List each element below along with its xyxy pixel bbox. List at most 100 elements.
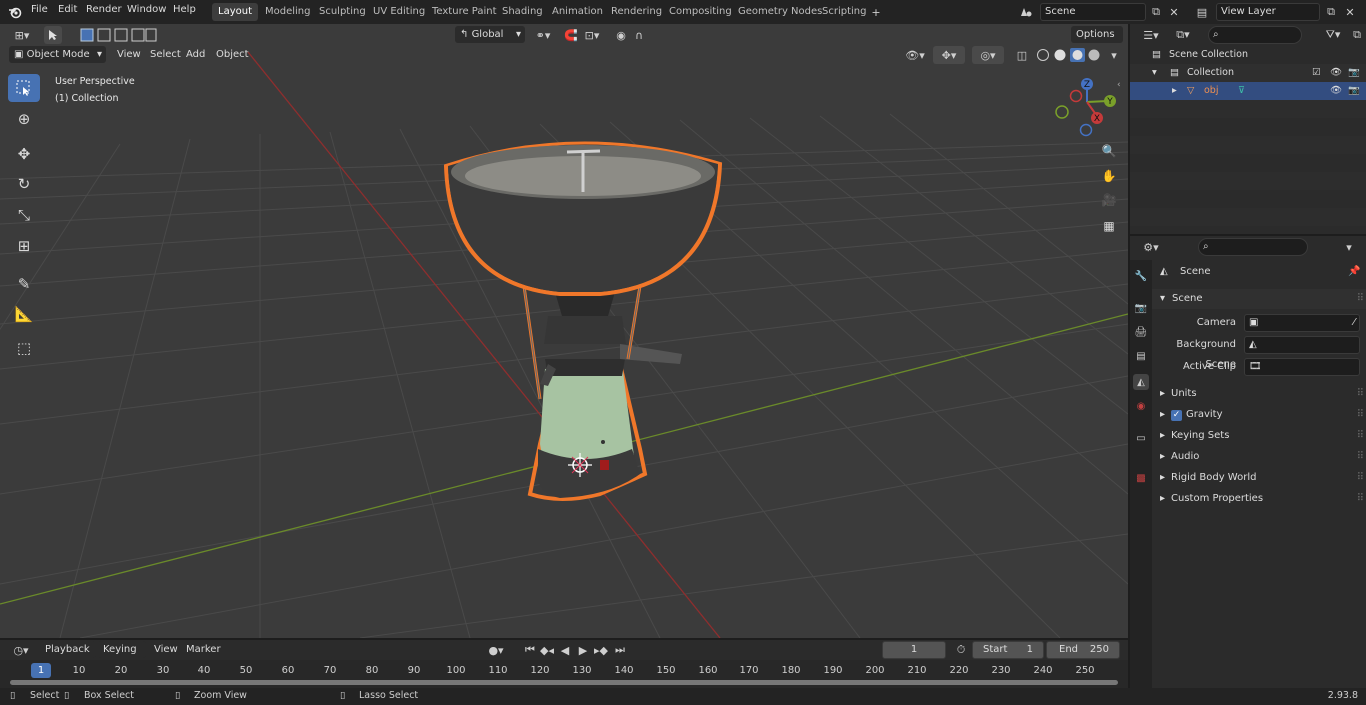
- properties-options-icon[interactable]: ▾: [1340, 238, 1358, 256]
- pin-icon[interactable]: 📌: [1348, 262, 1360, 282]
- play-icon[interactable]: ▶: [574, 641, 592, 659]
- camera-field[interactable]: ▣ ⁄: [1244, 314, 1360, 332]
- prev-keyframe-icon[interactable]: ◆◂: [538, 641, 556, 659]
- menu-file[interactable]: File: [31, 4, 48, 15]
- panel-gravity[interactable]: ▸ ✓ Gravity ⠿: [1152, 405, 1366, 425]
- select-box-tool-icon[interactable]: [8, 74, 40, 102]
- record-keyframe-icon[interactable]: ●▾: [480, 641, 512, 659]
- panel-custom-properties[interactable]: ▸ Custom Properties ⠿: [1152, 489, 1366, 509]
- camera-view-icon[interactable]: 🎥: [1098, 189, 1120, 211]
- panel-units[interactable]: ▸ Units ⠿: [1152, 384, 1366, 404]
- tab-texture-paint[interactable]: Texture Paint: [426, 3, 503, 21]
- marker-menu[interactable]: Marker: [181, 641, 226, 658]
- delete-scene-icon[interactable]: ✕: [1165, 3, 1183, 21]
- tab-layout[interactable]: Layout: [212, 3, 258, 21]
- delete-view-layer-icon[interactable]: ✕: [1341, 3, 1359, 21]
- pan-view-icon[interactable]: ✋: [1098, 165, 1120, 187]
- checkbox-icon[interactable]: ☑: [1312, 64, 1321, 82]
- selection-mode-icons[interactable]: [76, 26, 160, 44]
- properties-editor-icon[interactable]: ⚙▾: [1138, 238, 1164, 256]
- sidebar-toggle-icon[interactable]: ‹: [1117, 80, 1121, 90]
- orientation-dropdown[interactable]: ↰ Global ▾: [455, 26, 525, 43]
- object-mode-dropdown[interactable]: ▣ Object Mode ▾: [9, 46, 106, 63]
- scale-tool-icon[interactable]: ⤡: [8, 201, 40, 229]
- render-tab-icon[interactable]: 📷: [1133, 300, 1149, 316]
- menu-edit[interactable]: Edit: [58, 4, 77, 15]
- expand-arrow-icon[interactable]: ▾: [1152, 64, 1157, 82]
- keying-menu[interactable]: Keying ▾: [98, 641, 146, 672]
- proportional-edit-icon[interactable]: ◉: [612, 26, 630, 44]
- timeline-scrollbar[interactable]: [10, 680, 1118, 685]
- background-scene-field[interactable]: ◭: [1244, 336, 1360, 354]
- menu-view[interactable]: View: [112, 46, 146, 63]
- camera-icon[interactable]: 📷: [1348, 82, 1360, 100]
- zoom-view-icon[interactable]: 🔍: [1098, 140, 1120, 162]
- drag-handle-icon[interactable]: ⠿: [1357, 426, 1364, 446]
- selected-object-obj[interactable]: [443, 141, 723, 501]
- scene-selector-icon[interactable]: [1014, 3, 1038, 21]
- add-cube-tool-icon[interactable]: ⬚: [8, 334, 40, 362]
- filter-icon[interactable]: ⛛▾: [1320, 26, 1346, 44]
- timeline-view-menu[interactable]: View: [149, 641, 183, 658]
- add-workspace-icon[interactable]: +: [867, 3, 885, 21]
- scene-panel-header[interactable]: ▾ Scene ⠿: [1152, 289, 1366, 309]
- stopwatch-icon[interactable]: ⏱: [952, 641, 970, 659]
- menu-window[interactable]: Window: [127, 4, 166, 15]
- tab-rendering[interactable]: Rendering: [605, 3, 668, 21]
- tab-scripting[interactable]: Scripting: [816, 3, 872, 21]
- eye-icon[interactable]: 👁: [1330, 82, 1342, 100]
- measure-tool-icon[interactable]: 📐: [8, 300, 40, 328]
- current-frame-field[interactable]: 1: [882, 641, 946, 659]
- view-layer-tab-icon[interactable]: ▤: [1133, 348, 1149, 364]
- pivot-point-icon[interactable]: ⚭▾: [530, 26, 556, 44]
- jump-end-icon[interactable]: ⏭: [611, 641, 629, 659]
- move-tool-icon[interactable]: ✥: [8, 140, 40, 168]
- xray-icon[interactable]: ◫: [1013, 46, 1031, 64]
- end-frame-field[interactable]: End 250: [1046, 641, 1120, 659]
- gizmo-toggle-icon[interactable]: ✥▾: [933, 46, 965, 64]
- drag-handle-icon[interactable]: ⠿: [1357, 405, 1364, 425]
- output-tab-icon[interactable]: 🖨: [1133, 324, 1149, 340]
- tool-tab-icon[interactable]: 🔧: [1133, 268, 1149, 284]
- outliner-editor-icon[interactable]: ☰▾: [1138, 26, 1164, 44]
- next-keyframe-icon[interactable]: ▸◆: [592, 641, 610, 659]
- properties-search-input[interactable]: ⌕: [1198, 238, 1308, 256]
- new-scene-icon[interactable]: ⧉: [1147, 3, 1165, 21]
- drag-handle-icon[interactable]: ⠿: [1357, 289, 1364, 309]
- active-clip-field[interactable]: 🎞: [1244, 358, 1360, 376]
- display-mode-icon[interactable]: ⧉▾: [1170, 26, 1196, 44]
- view-layer-icon[interactable]: ▤: [1190, 3, 1214, 21]
- editor-type-icon[interactable]: ⊞▾: [8, 26, 36, 44]
- cursor-tool-icon[interactable]: ⊕: [8, 105, 40, 133]
- outliner-search-input[interactable]: ⌕: [1208, 26, 1302, 44]
- collection-tab-icon[interactable]: ▭: [1133, 430, 1149, 446]
- texture-tab-icon[interactable]: ▩: [1133, 470, 1149, 486]
- menu-render[interactable]: Render: [86, 4, 122, 15]
- new-collection-icon[interactable]: ⧉: [1348, 26, 1366, 44]
- tab-animation[interactable]: Animation: [546, 3, 609, 21]
- tab-geometry-nodes[interactable]: Geometry Nodes: [732, 3, 828, 21]
- tab-sculpting[interactable]: Sculpting: [313, 3, 372, 21]
- timeline-editor-icon[interactable]: ◷▾: [8, 641, 34, 659]
- menu-add[interactable]: Add: [181, 46, 210, 63]
- menu-object[interactable]: Object: [211, 46, 254, 63]
- expand-arrow-icon[interactable]: ▸: [1172, 82, 1177, 100]
- navigation-gizmo[interactable]: Z Y X: [1055, 78, 1116, 137]
- jump-start-icon[interactable]: ⏮: [521, 641, 539, 659]
- scene-tab-icon[interactable]: ◭: [1133, 374, 1149, 390]
- visibility-icon[interactable]: 👁▾: [902, 46, 928, 64]
- 3d-viewport[interactable]: Z Y X ⊞▾ ↰ Global▾ ⚭▾ 🧲 ⊡▾ ◉ ∩ Options ▾…: [0, 24, 1128, 638]
- panel-rigid-body-world[interactable]: ▸ Rigid Body World ⠿: [1152, 468, 1366, 488]
- shading-options-icon[interactable]: ▾: [1105, 46, 1123, 64]
- panel-audio[interactable]: ▸ Audio ⠿: [1152, 447, 1366, 467]
- snap-target-icon[interactable]: ⊡▾: [580, 26, 604, 44]
- tab-shading[interactable]: Shading: [496, 3, 549, 21]
- drag-handle-icon[interactable]: ⠿: [1357, 468, 1364, 488]
- drag-handle-icon[interactable]: ⠿: [1357, 447, 1364, 467]
- outliner-row-collection[interactable]: ▾ ▤ Collection ☑ 👁 📷: [1130, 64, 1366, 82]
- drag-handle-icon[interactable]: ⠿: [1357, 384, 1364, 404]
- viewport-scene[interactable]: Z Y X: [0, 24, 1128, 638]
- scene-name-field[interactable]: Scene: [1040, 3, 1146, 21]
- panel-keying-sets[interactable]: ▸ Keying Sets ⠿: [1152, 426, 1366, 446]
- tab-modeling[interactable]: Modeling: [259, 3, 317, 21]
